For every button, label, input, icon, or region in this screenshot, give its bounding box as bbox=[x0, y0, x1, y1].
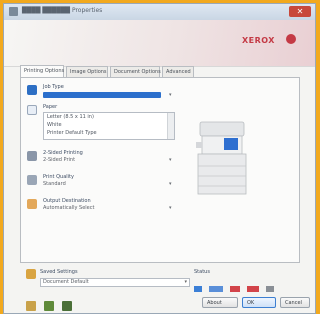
status-printer-icon bbox=[194, 285, 202, 292]
paper-label: Paper bbox=[43, 104, 58, 110]
status-alert-icon bbox=[230, 285, 241, 292]
job-type-select[interactable] bbox=[43, 92, 161, 98]
paper-summary-list[interactable]: Letter (8.5 x 11 in) White Printer Defau… bbox=[43, 112, 175, 140]
printing-options-panel: Job Type ▾ Paper Letter (8.5 x 11 in) Wh… bbox=[20, 77, 300, 263]
tab-label: Image Options bbox=[70, 69, 107, 75]
title-bar: ████ ██████ Properties ✕ bbox=[4, 4, 315, 21]
job-type-label: Job Type bbox=[43, 84, 64, 90]
brand-sphere-icon bbox=[286, 34, 296, 44]
saved-settings-select[interactable]: Document Default ▾ bbox=[40, 278, 190, 287]
paper-size-value: Letter (8.5 x 11 in) bbox=[47, 114, 94, 120]
saved-settings-icon bbox=[26, 269, 36, 279]
status-label: Status bbox=[194, 269, 210, 275]
paper-type-value: Printer Default Type bbox=[47, 130, 97, 136]
output-destination-label: Output Destination bbox=[43, 198, 91, 204]
chevron-down-icon: ▾ bbox=[184, 279, 187, 285]
tab-label: Document Options bbox=[114, 69, 161, 75]
print-quality-dropdown-arrow-icon[interactable]: ▾ bbox=[169, 181, 172, 187]
two-sided-icon bbox=[27, 151, 37, 161]
print-quality-label: Print Quality bbox=[43, 174, 74, 180]
printer-illustration bbox=[196, 121, 247, 195]
window-title: ████ ██████ Properties bbox=[22, 7, 103, 14]
output-destination-dropdown-arrow-icon[interactable]: ▾ bbox=[169, 205, 172, 211]
earth-smart-icon[interactable] bbox=[62, 301, 73, 311]
tab-label: Advanced bbox=[166, 69, 191, 75]
print-quality-section: Print Quality Standard ▾ bbox=[27, 174, 187, 192]
print-quality-icon bbox=[27, 175, 37, 185]
status-alert-icon bbox=[247, 285, 260, 292]
two-sided-section: 2-Sided Printing 2-Sided Print ▾ bbox=[27, 150, 187, 168]
paper-section: Paper Letter (8.5 x 11 in) White Printer… bbox=[27, 104, 187, 144]
ok-button[interactable]: OK bbox=[242, 297, 276, 308]
output-destination-value[interactable]: Automatically Select bbox=[43, 205, 94, 211]
job-type-section: Job Type ▾ bbox=[27, 84, 187, 104]
status-indicator-bar bbox=[194, 278, 288, 292]
output-destination-icon bbox=[27, 199, 37, 209]
job-type-dropdown-arrow-icon[interactable]: ▾ bbox=[169, 92, 172, 98]
paper-icon bbox=[27, 105, 37, 115]
printer-app-icon bbox=[9, 7, 18, 16]
footer-icon-group bbox=[26, 296, 75, 313]
about-button[interactable]: About bbox=[202, 297, 238, 308]
printer-properties-window: ████ ██████ Properties ✕ XEROX Printing … bbox=[3, 3, 316, 314]
brand-banner: XEROX bbox=[4, 20, 315, 67]
brand-logo: XEROX bbox=[242, 36, 275, 45]
two-sided-label: 2-Sided Printing bbox=[43, 150, 83, 156]
close-button[interactable]: ✕ bbox=[289, 6, 311, 17]
two-sided-dropdown-arrow-icon[interactable]: ▾ bbox=[169, 157, 172, 163]
job-type-icon bbox=[27, 85, 37, 95]
help-icon[interactable] bbox=[26, 301, 36, 311]
cancel-button[interactable]: Cancel bbox=[280, 297, 310, 308]
tab-label: Printing Options bbox=[24, 68, 65, 74]
paper-color-value: White bbox=[47, 122, 62, 128]
status-toner-icon bbox=[209, 285, 224, 292]
two-sided-value[interactable]: 2-Sided Print bbox=[43, 157, 75, 163]
paper-list-scrollbar[interactable] bbox=[167, 113, 174, 139]
tab-document-options[interactable]: Document Options bbox=[110, 66, 161, 77]
saved-settings-label: Saved Settings bbox=[40, 269, 78, 275]
tab-advanced[interactable]: Advanced bbox=[162, 66, 194, 77]
saved-settings-value: Document Default bbox=[43, 279, 89, 285]
eco-icon[interactable] bbox=[44, 301, 55, 311]
tab-image-options[interactable]: Image Options bbox=[66, 66, 108, 77]
output-destination-section: Output Destination Automatically Select … bbox=[27, 198, 187, 216]
print-quality-value[interactable]: Standard bbox=[43, 181, 66, 187]
status-info-icon bbox=[266, 285, 275, 292]
